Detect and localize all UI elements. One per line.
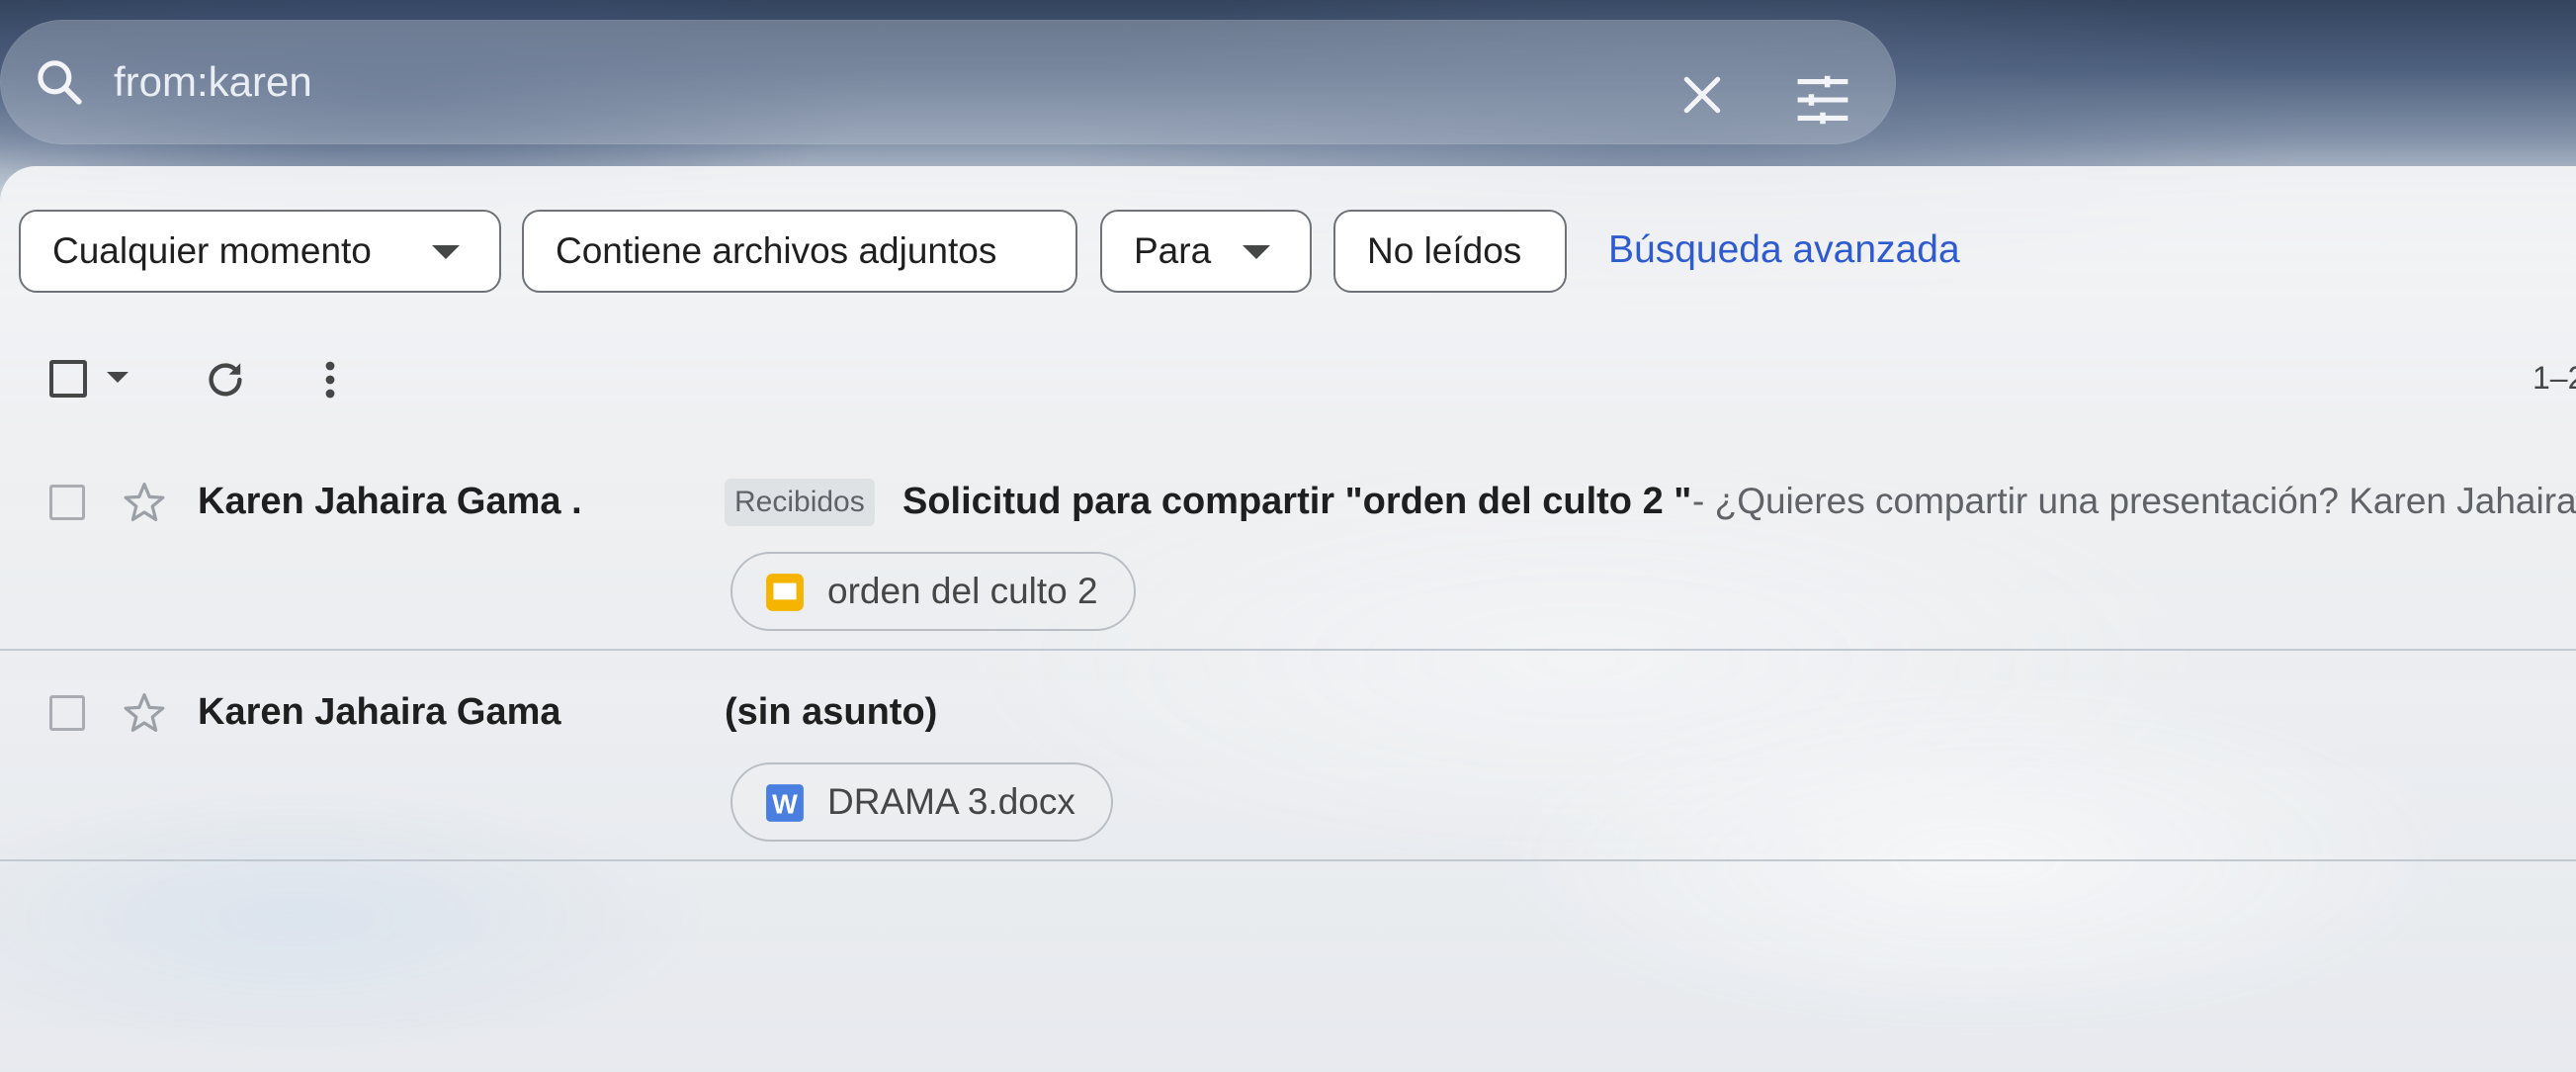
filter-any-time-label: Cualquier momento bbox=[52, 230, 372, 271]
close-icon[interactable] bbox=[1675, 68, 1729, 122]
select-all-checkbox[interactable] bbox=[49, 360, 87, 398]
filter-unread-label: No leídos bbox=[1367, 230, 1522, 271]
message-row[interactable]: Karen Jahaira Gama (sin asunto) W DRAMA … bbox=[0, 652, 2576, 861]
viewport: from:karen Cualquier momento Contiene ar… bbox=[0, 0, 2576, 1072]
row-checkbox[interactable] bbox=[49, 485, 85, 520]
attachment-chip[interactable]: W DRAMA 3.docx bbox=[730, 762, 1113, 842]
select-options-dropdown-icon[interactable] bbox=[107, 372, 129, 383]
row-checkbox[interactable] bbox=[49, 695, 85, 731]
message-snippet: - ¿Quieres compartir una presentación? K… bbox=[1692, 481, 2576, 521]
search-bar[interactable]: from:karen bbox=[0, 20, 1896, 144]
attachment-name: orden del culto 2 bbox=[827, 571, 1098, 611]
attachment-chip[interactable]: orden del culto 2 bbox=[730, 552, 1136, 631]
filter-any-time-chip[interactable]: Cualquier momento bbox=[19, 210, 501, 293]
message-subject: Solicitud para compartir "orden del cult… bbox=[902, 481, 1692, 522]
more-vert-icon[interactable] bbox=[318, 356, 342, 403]
message-subject: (sin asunto) bbox=[725, 691, 938, 733]
sender-name: Karen Jahaira Gama . bbox=[198, 481, 582, 522]
star-icon[interactable] bbox=[121, 689, 168, 737]
filter-has-attachments-chip[interactable]: Contiene archivos adjuntos bbox=[522, 210, 1077, 293]
tune-icon[interactable] bbox=[1793, 74, 1852, 126]
search-input[interactable]: from:karen bbox=[114, 55, 312, 109]
chevron-down-icon bbox=[1243, 245, 1270, 259]
advanced-search-link[interactable]: Búsqueda avanzada bbox=[1608, 223, 1960, 277]
star-icon[interactable] bbox=[121, 479, 168, 526]
filter-to-chip[interactable]: Para bbox=[1100, 210, 1312, 293]
slides-icon bbox=[766, 574, 804, 611]
refresh-icon[interactable] bbox=[202, 356, 249, 403]
pagination-range: 1–2 bbox=[2533, 360, 2576, 396]
filter-to-label: Para bbox=[1134, 230, 1212, 271]
attachment-name: DRAMA 3.docx bbox=[827, 781, 1075, 822]
filter-unread-chip[interactable]: No leídos bbox=[1333, 210, 1567, 293]
message-row[interactable]: Karen Jahaira Gama . Recibidos Solicitud… bbox=[0, 441, 2576, 651]
sender-name: Karen Jahaira Gama bbox=[198, 691, 561, 733]
chevron-down-icon bbox=[432, 245, 460, 259]
search-icon[interactable] bbox=[32, 54, 87, 110]
filter-has-attachments-label: Contiene archivos adjuntos bbox=[556, 230, 997, 271]
svg-text:W: W bbox=[772, 789, 798, 820]
word-doc-icon: W bbox=[766, 784, 804, 822]
inbox-label-badge: Recibidos bbox=[725, 479, 875, 526]
